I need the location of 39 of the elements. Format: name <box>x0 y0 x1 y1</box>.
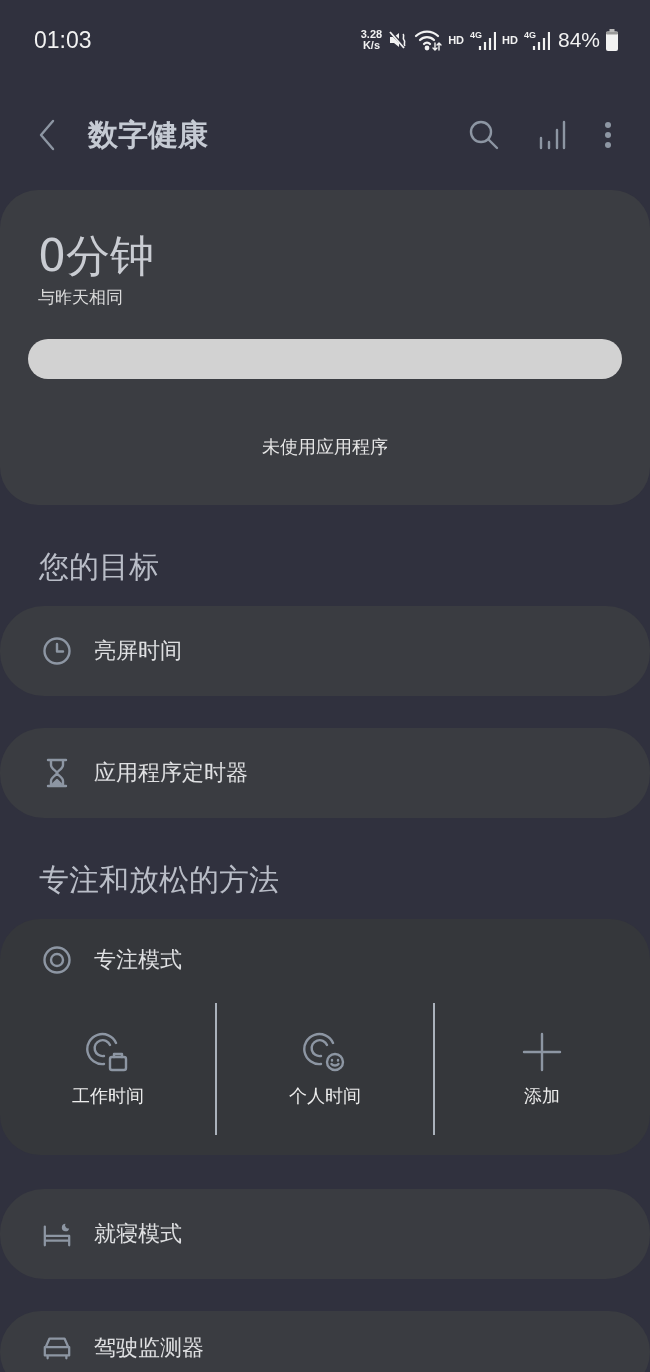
battery-icon <box>606 29 618 51</box>
focus-mode-button[interactable]: 添加 <box>434 1003 650 1135</box>
network-type: 4G <box>523 30 536 40</box>
hd-label: HD <box>502 34 518 46</box>
row-label: 就寝模式 <box>94 1220 182 1248</box>
focus-mode-label: 专注模式 <box>94 946 182 974</box>
battery-percent: 84% <box>557 28 600 52</box>
settings-row[interactable]: 应用程序定时器 <box>0 728 650 818</box>
settings-row[interactable]: 驾驶监测器 <box>0 1311 650 1372</box>
wifi-icon <box>414 29 443 51</box>
plus-icon <box>522 1032 563 1072</box>
focus-briefcase-icon <box>85 1031 130 1073</box>
settings-row[interactable]: 就寝模式 <box>0 1189 650 1279</box>
summary-card[interactable]: 0分钟 与昨天相同 未使用应用程序 <box>0 190 650 505</box>
focus-mode-button[interactable]: 工作时间 <box>0 1003 216 1135</box>
network-speed-unit: K/s <box>362 40 380 51</box>
focus-smile-icon <box>303 1031 347 1073</box>
network-speed: 3.28 <box>360 29 383 40</box>
target-icon <box>42 945 72 975</box>
section-heading: 专注和放松的方法 <box>39 861 280 899</box>
more-options-icon[interactable] <box>604 121 612 149</box>
row-label: 亮屏时间 <box>94 637 182 665</box>
row-label: 应用程序定时器 <box>94 759 248 787</box>
settings-row[interactable]: 亮屏时间 <box>0 606 650 696</box>
mute-icon <box>388 30 409 50</box>
section-heading: 您的目标 <box>39 548 160 586</box>
hourglass-icon <box>45 758 69 788</box>
hd-label: HD <box>448 34 465 46</box>
usage-total: 0分钟 <box>38 230 155 282</box>
empty-message: 未使用应用程序 <box>261 435 389 459</box>
usage-comparison: 与昨天相同 <box>38 286 124 309</box>
row-label: 驾驶监测器 <box>94 1334 204 1362</box>
network-type: 4G <box>470 30 483 40</box>
page-title: 数字健康 <box>88 115 208 154</box>
clock-time: 01:03 <box>34 26 92 54</box>
focus-mode-button[interactable]: 个人时间 <box>217 1003 433 1135</box>
clock-icon <box>42 636 72 666</box>
bar-chart-icon[interactable] <box>538 120 566 150</box>
search-icon[interactable] <box>468 119 500 151</box>
